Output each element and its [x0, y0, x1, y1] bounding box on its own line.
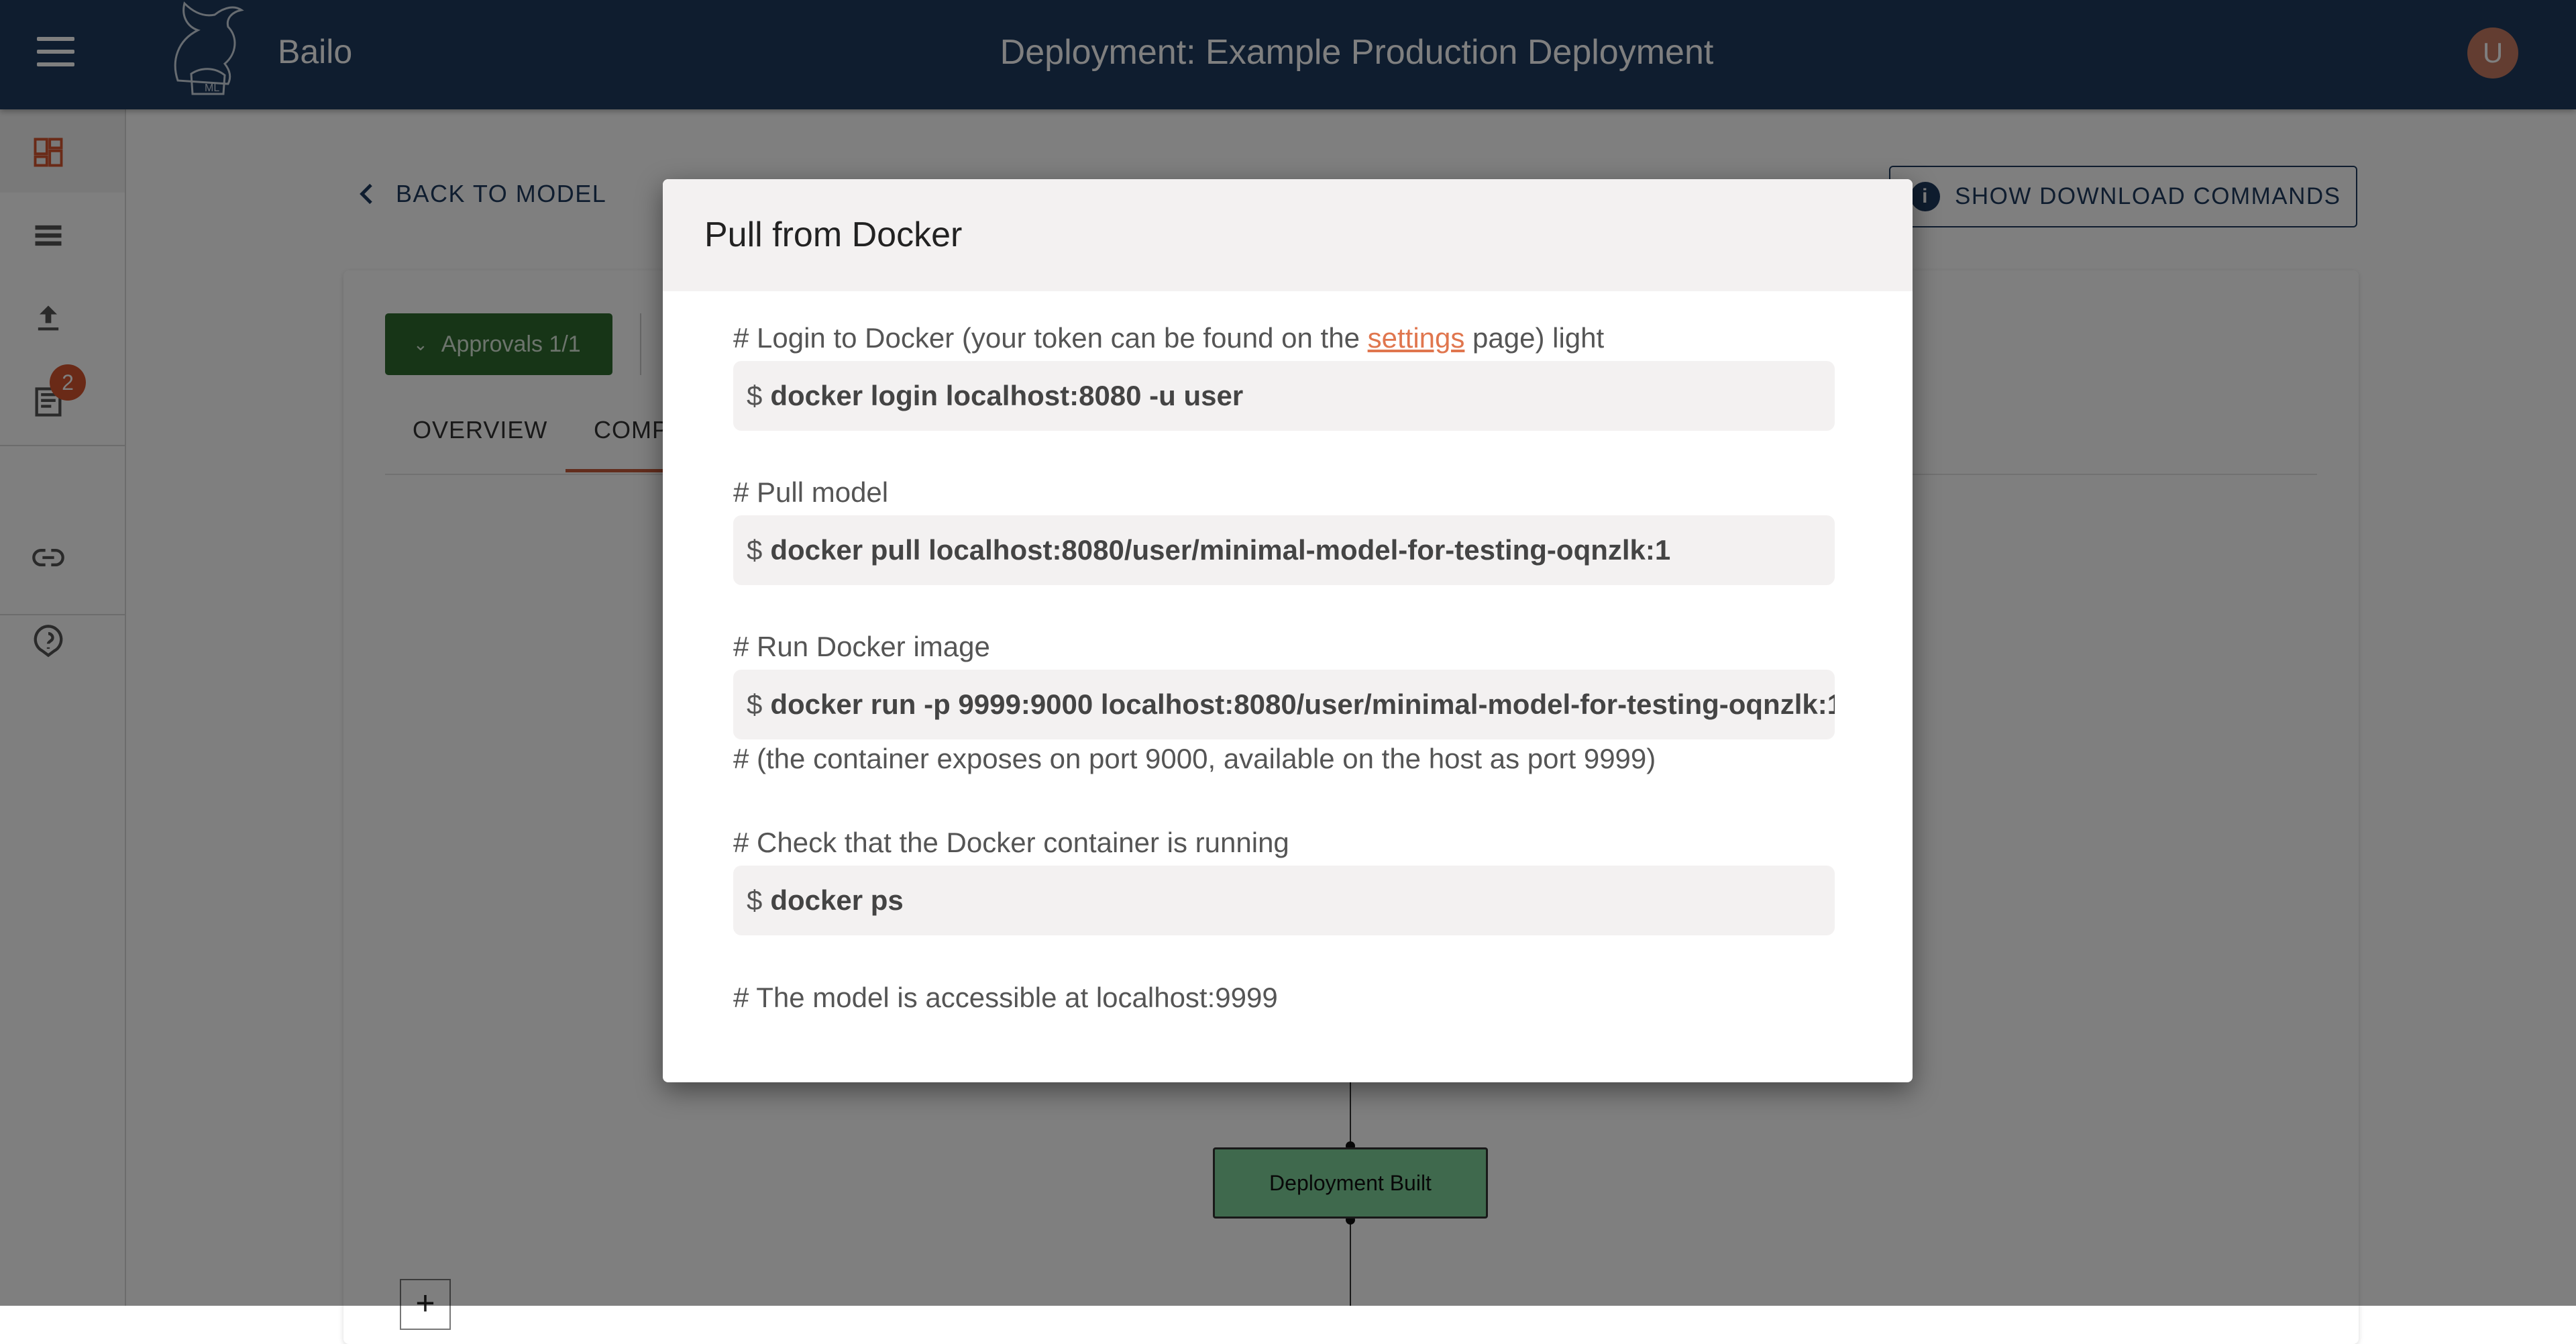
access-comment: # The model is accessible at localhost:9… [733, 982, 1278, 1013]
run-comment: # Run Docker image [733, 631, 990, 662]
check-command-box[interactable]: $ docker ps [733, 866, 1835, 935]
dialog-title: Pull from Docker [663, 179, 1913, 291]
run-note: # (the container exposes on port 9000, a… [733, 743, 1656, 774]
run-command-box[interactable]: $ docker run -p 9999:9000 localhost:8080/… [733, 670, 1835, 739]
login-command: docker login localhost:8080 -u user [770, 380, 1244, 411]
login-comment-suffix: page) light [1464, 322, 1605, 354]
pull-comment: # Pull model [733, 476, 889, 508]
check-comment: # Check that the Docker container is run… [733, 827, 1289, 858]
shell-prompt: $ [747, 380, 763, 411]
check-command: docker ps [770, 884, 904, 916]
run-command: docker run -p 9999:9000 localhost:8080/u… [770, 688, 1835, 720]
login-comment-prefix: # Login to Docker (your token can be fou… [733, 322, 1368, 354]
pull-from-docker-dialog: Pull from Docker # Login to Docker (your… [663, 179, 1913, 1082]
pull-command-box[interactable]: $ docker pull localhost:8080/user/minimal… [733, 515, 1835, 585]
login-command-box[interactable]: $ docker login localhost:8080 -u user [733, 361, 1835, 431]
settings-link[interactable]: settings [1368, 322, 1465, 354]
pull-command: docker pull localhost:8080/user/minimal-… [770, 534, 1671, 566]
login-comment: # Login to Docker (your token can be fou… [733, 322, 1604, 354]
shell-prompt: $ [747, 534, 763, 566]
shell-prompt: $ [747, 688, 763, 720]
shell-prompt: $ [747, 884, 763, 916]
